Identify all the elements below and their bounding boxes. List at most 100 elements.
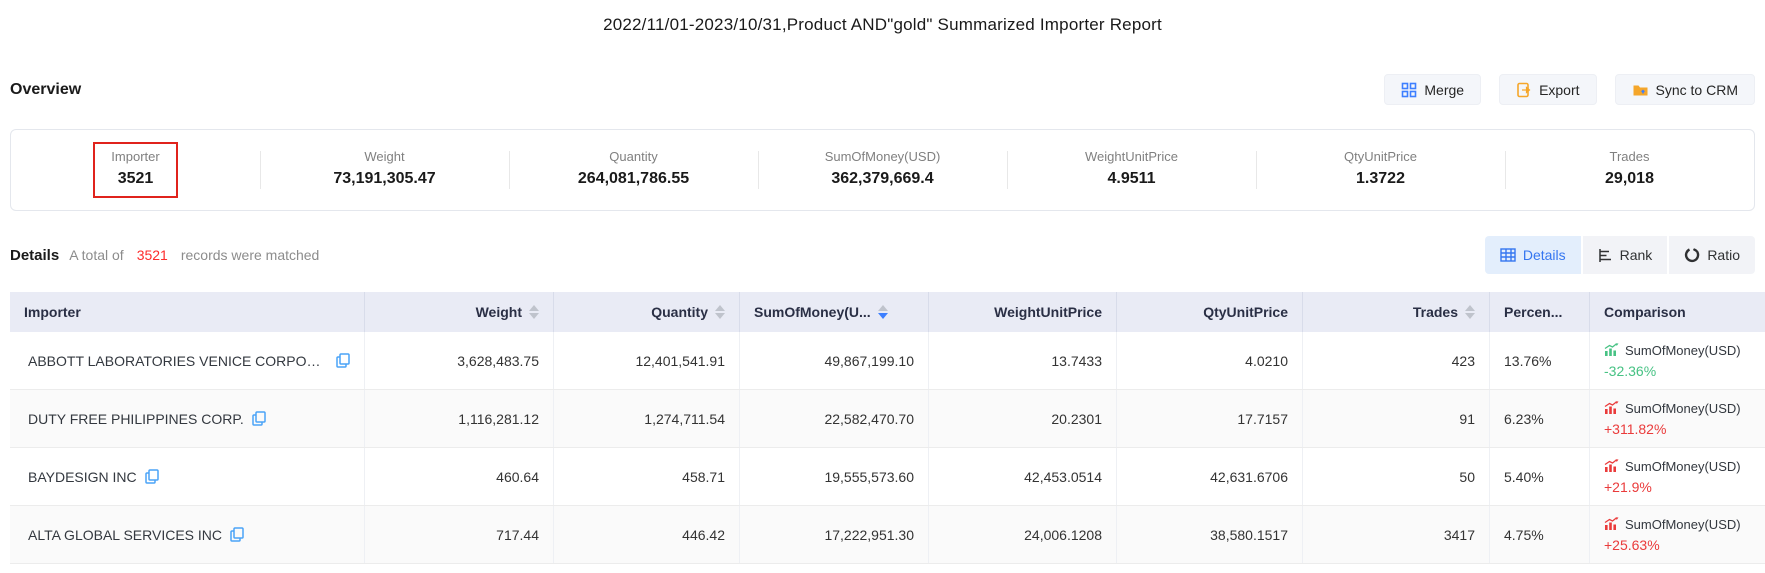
stat-value: 1.3722 (1344, 168, 1417, 190)
export-button[interactable]: Export (1499, 74, 1596, 105)
stat-label: Quantity (578, 148, 689, 166)
weight-cell: 3,628,483.75 (365, 332, 554, 389)
copy-icon[interactable] (145, 469, 159, 484)
importer-report-page: 2022/11/01-2023/10/31,Product AND"gold" … (0, 0, 1765, 564)
tab-rank-label: Rank (1620, 247, 1653, 263)
stat-label: QtyUnitPrice (1344, 148, 1417, 166)
sort-carets-icon[interactable] (878, 305, 888, 319)
sum-of-money-cell: 17,222,951.30 (740, 506, 929, 563)
importers-table: Importer Weight Quantity SumOfMoney(U...… (10, 292, 1765, 564)
percent-cell: 13.76% (1490, 332, 1590, 389)
sync-folder-icon (1632, 82, 1649, 98)
column-header-quantity[interactable]: Quantity (554, 292, 740, 332)
weight-unit-price-cell: 42,453.0514 (929, 448, 1117, 505)
match-count: 3521 (134, 247, 171, 263)
stat-label: WeightUnitPrice (1085, 148, 1178, 166)
importer-name: ABBOTT LABORATORIES VENICE CORPORAT... (28, 353, 328, 369)
qty-unit-price-cell: 42,631.6706 (1117, 448, 1303, 505)
weight-unit-price-cell: 24,006.1208 (929, 506, 1117, 563)
table-row[interactable]: ALTA GLOBAL SERVICES INC 717.44 446.42 1… (10, 506, 1765, 564)
comparison-change: +25.63% (1604, 537, 1660, 553)
stat-value: 3521 (111, 168, 159, 190)
table-row[interactable]: ABBOTT LABORATORIES VENICE CORPORAT... 3… (10, 332, 1765, 390)
stat-label: Importer (111, 148, 159, 166)
tab-rank[interactable]: Rank (1583, 236, 1668, 274)
merge-button[interactable]: Merge (1384, 74, 1481, 105)
stat-value: 73,191,305.47 (333, 168, 435, 190)
comparison-metric: SumOfMoney(USD) (1625, 401, 1741, 416)
tab-ratio[interactable]: Ratio (1669, 236, 1755, 274)
trades-cell: 91 (1303, 390, 1490, 447)
copy-icon[interactable] (336, 353, 350, 368)
quantity-cell: 1,274,711.54 (554, 390, 740, 447)
importer-name: BAYDESIGN INC (28, 469, 137, 485)
comparison-cell: SumOfMoney(USD) +21.9% (1590, 448, 1765, 505)
table-body: ABBOTT LABORATORIES VENICE CORPORAT... 3… (10, 332, 1765, 564)
overview-heading: Overview (10, 81, 81, 99)
comparison-change: +311.82% (1604, 421, 1666, 437)
table-header-row: Importer Weight Quantity SumOfMoney(U...… (10, 292, 1765, 332)
overview-stats: Importer 3521 Weight 73,191,305.47 Quant… (10, 129, 1755, 211)
trades-cell: 423 (1303, 332, 1490, 389)
weight-cell: 1,116,281.12 (365, 390, 554, 447)
sync-to-crm-button[interactable]: Sync to CRM (1615, 74, 1755, 105)
export-button-label: Export (1539, 82, 1579, 98)
trend-chart-icon (1604, 401, 1619, 415)
column-header-sum-of-money[interactable]: SumOfMoney(U... (740, 292, 929, 332)
merge-icon (1401, 82, 1417, 98)
tab-details[interactable]: Details (1485, 236, 1581, 274)
column-header-weight-unit-price: WeightUnitPrice (929, 292, 1117, 332)
qty-unit-price-cell: 4.0210 (1117, 332, 1303, 389)
sum-of-money-cell: 19,555,573.60 (740, 448, 929, 505)
trades-cell: 50 (1303, 448, 1490, 505)
table-row[interactable]: BAYDESIGN INC 460.64 458.71 19,555,573.6… (10, 448, 1765, 506)
overview-stat: Trades 29,018 (1505, 130, 1754, 210)
importer-name: DUTY FREE PHILIPPINES CORP. (28, 411, 244, 427)
column-header-comparison: Comparison (1590, 292, 1765, 332)
comparison-cell: SumOfMoney(USD) +311.82% (1590, 390, 1765, 447)
overview-stat: Weight 73,191,305.47 (260, 130, 509, 210)
copy-icon[interactable] (230, 527, 244, 542)
comparison-change: -32.36% (1604, 363, 1656, 379)
column-header-weight[interactable]: Weight (365, 292, 554, 332)
importer-name: ALTA GLOBAL SERVICES INC (28, 527, 222, 543)
comparison-change: +21.9% (1604, 479, 1652, 495)
quantity-cell: 12,401,541.91 (554, 332, 740, 389)
quantity-cell: 446.42 (554, 506, 740, 563)
export-icon (1516, 82, 1532, 98)
match-prefix: A total of (69, 247, 123, 263)
overview-stat: Importer 3521 (11, 130, 260, 210)
ratio-pie-icon (1684, 247, 1700, 263)
copy-icon[interactable] (252, 411, 266, 426)
match-suffix: records were matched (181, 247, 320, 263)
table-grid-icon (1500, 248, 1516, 262)
stat-value: 29,018 (1605, 168, 1654, 190)
details-heading: Details (10, 247, 59, 264)
sync-to-crm-button-label: Sync to CRM (1656, 82, 1738, 98)
percent-cell: 6.23% (1490, 390, 1590, 447)
column-header-qty-unit-price: QtyUnitPrice (1117, 292, 1303, 332)
sort-carets-icon[interactable] (715, 305, 725, 319)
column-header-percent: Percen... (1490, 292, 1590, 332)
qty-unit-price-cell: 17.7157 (1117, 390, 1303, 447)
weight-unit-price-cell: 20.2301 (929, 390, 1117, 447)
sort-carets-icon[interactable] (1465, 305, 1475, 319)
percent-cell: 4.75% (1490, 506, 1590, 563)
sort-carets-icon[interactable] (529, 305, 539, 319)
column-header-trades[interactable]: Trades (1303, 292, 1490, 332)
qty-unit-price-cell: 38,580.1517 (1117, 506, 1303, 563)
table-row[interactable]: DUTY FREE PHILIPPINES CORP. 1,116,281.12… (10, 390, 1765, 448)
stat-label: SumOfMoney(USD) (825, 148, 941, 166)
comparison-cell: SumOfMoney(USD) -32.36% (1590, 332, 1765, 389)
percent-cell: 5.40% (1490, 448, 1590, 505)
overview-stat: QtyUnitPrice 1.3722 (1256, 130, 1505, 210)
comparison-metric: SumOfMoney(USD) (1625, 517, 1741, 532)
merge-button-label: Merge (1424, 82, 1464, 98)
overview-stat: Quantity 264,081,786.55 (509, 130, 758, 210)
sum-of-money-cell: 22,582,470.70 (740, 390, 929, 447)
overview-stat: SumOfMoney(USD) 362,379,669.4 (758, 130, 1007, 210)
quantity-cell: 458.71 (554, 448, 740, 505)
weight-cell: 460.64 (365, 448, 554, 505)
overview-stat: WeightUnitPrice 4.9511 (1007, 130, 1256, 210)
tab-details-label: Details (1523, 247, 1566, 263)
